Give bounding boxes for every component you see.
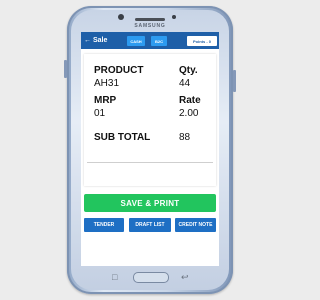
- brand-logo: SAMSUNG: [134, 23, 166, 29]
- draft-list-button[interactable]: DRAFT LIST: [129, 218, 171, 232]
- rate-value: 2.00: [179, 108, 199, 119]
- product-label: PRODUCT: [94, 65, 144, 76]
- earpiece-speaker: [135, 18, 165, 21]
- subtotal-value: 88: [179, 132, 191, 143]
- page-title: Sale: [93, 37, 108, 44]
- item-summary-card: PRODUCT AH31 Qty. 44 MRP 01 Rate 2.00 SU…: [84, 54, 216, 186]
- volume-button: [64, 60, 67, 78]
- front-camera-icon: [118, 14, 124, 20]
- qty-value: 44: [179, 78, 191, 89]
- power-button: [233, 70, 236, 92]
- subtotal-label: SUB TOTAL: [94, 132, 151, 143]
- mrp-value: 01: [94, 108, 106, 119]
- app-screen: ← Sale CASH B2C Points - 0 PRODUCT AH31 …: [81, 32, 219, 266]
- tab-b2c[interactable]: B2C: [151, 36, 167, 46]
- tab-cash[interactable]: CASH: [127, 36, 145, 46]
- save-print-button[interactable]: SAVE & PRINT: [84, 194, 216, 212]
- recent-apps-icon[interactable]: □: [112, 271, 117, 283]
- points-badge[interactable]: Points - 0: [187, 36, 217, 46]
- card-divider: [87, 162, 213, 163]
- sensor-icon: [172, 15, 176, 19]
- credit-note-button[interactable]: CREDIT NOTE: [175, 218, 216, 232]
- mrp-label: MRP: [94, 95, 117, 106]
- tender-button[interactable]: TENDER: [84, 218, 124, 232]
- home-button[interactable]: [133, 272, 169, 283]
- qty-label: Qty.: [179, 65, 198, 76]
- rate-label: Rate: [179, 95, 201, 106]
- back-arrow-icon[interactable]: ←: [84, 37, 92, 44]
- back-key-icon[interactable]: ↩: [181, 271, 189, 283]
- product-value: AH31: [94, 78, 120, 89]
